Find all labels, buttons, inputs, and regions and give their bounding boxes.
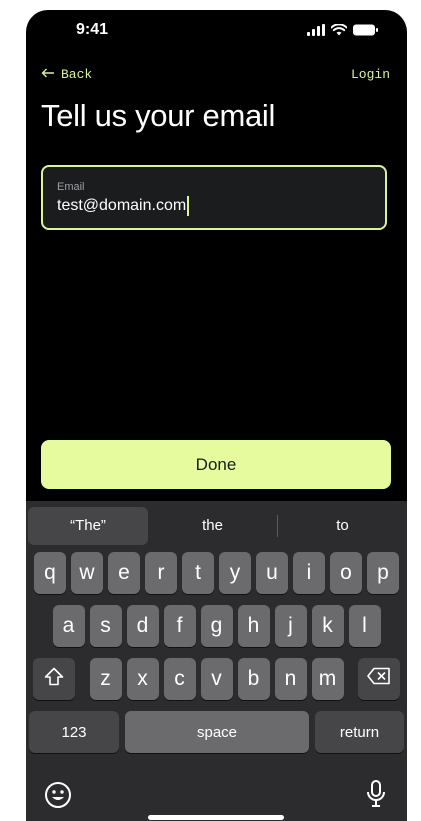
text-caret bbox=[187, 196, 190, 216]
key-j[interactable]: j bbox=[274, 605, 307, 647]
key-k[interactable]: k bbox=[311, 605, 344, 647]
delete-key[interactable] bbox=[358, 658, 400, 700]
home-indicator bbox=[148, 815, 284, 820]
key-row-3: z x c v b n m bbox=[26, 658, 407, 700]
arrow-left-icon bbox=[41, 67, 55, 82]
key-z[interactable]: z bbox=[89, 658, 122, 700]
status-bar: 9:41 bbox=[26, 10, 407, 54]
key-t[interactable]: t bbox=[182, 552, 214, 594]
key-u[interactable]: u bbox=[256, 552, 288, 594]
done-button[interactable]: Done bbox=[41, 440, 391, 489]
key-e[interactable]: e bbox=[108, 552, 140, 594]
key-w[interactable]: w bbox=[71, 552, 103, 594]
suggestion-item[interactable]: “The” bbox=[28, 507, 148, 545]
suggestion-bar: “The” the to bbox=[26, 507, 407, 545]
key-row-2: a s d f g h j k l bbox=[26, 605, 407, 647]
email-input-value[interactable]: test@domain.com bbox=[57, 196, 371, 216]
key-y[interactable]: y bbox=[219, 552, 251, 594]
back-button[interactable]: Back bbox=[41, 67, 92, 82]
status-icons bbox=[307, 23, 379, 41]
emoji-icon[interactable] bbox=[44, 781, 72, 814]
backspace-icon bbox=[367, 667, 391, 691]
battery-icon bbox=[353, 23, 379, 41]
key-r[interactable]: r bbox=[145, 552, 177, 594]
key-p[interactable]: p bbox=[367, 552, 399, 594]
key-v[interactable]: v bbox=[200, 658, 233, 700]
keyboard: “The” the to q w e r t y u i o p a s d f… bbox=[26, 501, 407, 821]
wifi-icon bbox=[330, 23, 348, 41]
login-button[interactable]: Login bbox=[351, 67, 390, 82]
space-key[interactable]: space bbox=[125, 711, 309, 753]
shift-key[interactable] bbox=[33, 658, 75, 700]
suggestion-item[interactable]: to bbox=[278, 507, 407, 545]
key-row-4: 123 space return bbox=[26, 711, 407, 753]
key-b[interactable]: b bbox=[237, 658, 270, 700]
return-key[interactable]: return bbox=[315, 711, 404, 753]
suggestion-item[interactable]: the bbox=[148, 507, 277, 545]
key-q[interactable]: q bbox=[34, 552, 66, 594]
key-l[interactable]: l bbox=[348, 605, 381, 647]
key-o[interactable]: o bbox=[330, 552, 362, 594]
shift-icon bbox=[44, 667, 64, 692]
numbers-key[interactable]: 123 bbox=[29, 711, 119, 753]
key-h[interactable]: h bbox=[237, 605, 270, 647]
key-d[interactable]: d bbox=[126, 605, 159, 647]
signal-icon bbox=[307, 23, 325, 41]
email-label: Email bbox=[57, 181, 85, 193]
status-time: 9:41 bbox=[76, 21, 109, 38]
key-row-1: q w e r t y u i o p bbox=[26, 552, 407, 594]
keyboard-bottom-bar bbox=[26, 771, 407, 821]
key-m[interactable]: m bbox=[311, 658, 344, 700]
email-field[interactable]: Email test@domain.com bbox=[41, 165, 387, 230]
microphone-icon[interactable] bbox=[365, 779, 387, 814]
key-f[interactable]: f bbox=[163, 605, 196, 647]
key-n[interactable]: n bbox=[274, 658, 307, 700]
key-s[interactable]: s bbox=[89, 605, 122, 647]
key-a[interactable]: a bbox=[52, 605, 85, 647]
phone-screen: 9:41 Back Login Tell us your email Email… bbox=[26, 10, 407, 821]
page-title: Tell us your email bbox=[41, 98, 276, 133]
email-value-text: test@domain.com bbox=[57, 197, 187, 214]
back-label: Back bbox=[61, 67, 93, 82]
key-i[interactable]: i bbox=[293, 552, 325, 594]
key-g[interactable]: g bbox=[200, 605, 233, 647]
key-x[interactable]: x bbox=[126, 658, 159, 700]
key-c[interactable]: c bbox=[163, 658, 196, 700]
